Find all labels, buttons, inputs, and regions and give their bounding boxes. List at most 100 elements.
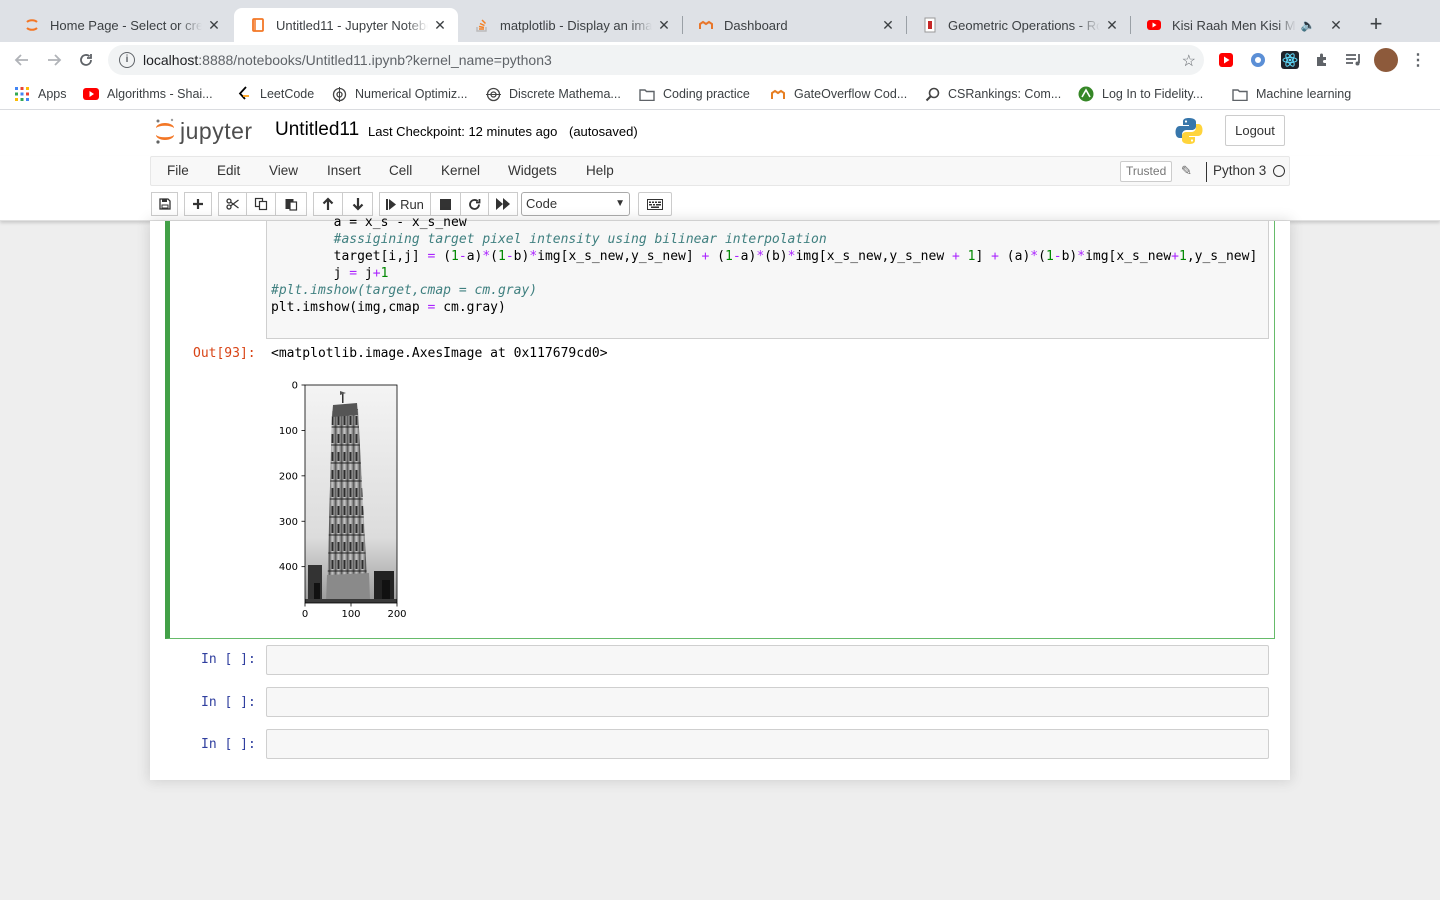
menu-kernel[interactable]: Kernel [441,163,480,178]
kernel-name[interactable]: Python 3 [1213,163,1266,178]
menu-help[interactable]: Help [586,163,614,178]
menu-file[interactable]: File [167,163,189,178]
folder-icon [639,86,655,102]
move-up-button[interactable] [313,192,343,216]
globe-icon [485,86,501,102]
notebook-name[interactable]: Untitled11 [275,119,359,141]
reload-icon [80,54,92,66]
new-tab-button[interactable]: + [1364,12,1388,36]
url-text: localhost:8888/notebooks/Untitled11.ipyn… [143,52,552,68]
bookmark-label: Log In to Fidelity... [1102,87,1204,101]
insert-cell-button[interactable] [184,192,212,216]
scissors-icon [225,198,239,210]
tab-untitled11[interactable]: Untitled11 - Jupyter Notebook ✕ [234,8,458,42]
dashboard-favicon-icon [698,17,714,33]
menu-view[interactable]: View [269,163,298,178]
restart-run-all-button[interactable] [488,192,518,216]
audio-icon[interactable]: 🔈 [1300,17,1316,33]
close-icon[interactable]: ✕ [1328,17,1344,33]
run-button[interactable]: Run [379,192,431,216]
code-line: #plt.imshow(target,cmap = cm.gray) [271,283,538,298]
empty-code-cell[interactable] [266,729,1269,759]
empty-code-cell[interactable] [266,645,1269,675]
tab-matplotlib[interactable]: matplotlib - Display an image ✕ [458,8,682,42]
tab-title: Home Page - Select or create a notebook [50,17,202,33]
bookmark-machine-learning[interactable]: Machine learning [1232,84,1351,104]
back-button[interactable] [10,48,34,72]
arrow-right-icon [48,54,62,66]
bookmark-numerical-optimization[interactable]: Numerical Optimiz... [331,84,468,104]
jupyter-favicon-icon [24,17,40,33]
empty-code-cell[interactable] [266,687,1269,717]
input-prompt: In [ ]: [201,695,256,710]
copy-icon [254,197,268,211]
cut-button[interactable] [218,192,247,216]
menu-edit[interactable]: Edit [217,163,240,178]
edge-extension-icon[interactable] [1248,50,1268,70]
logout-button[interactable]: Logout [1225,115,1285,146]
bookmarks-bar: Apps Algorithms - Shai... LeetCode Numer… [0,78,1440,110]
trusted-indicator[interactable]: Trusted [1120,161,1173,182]
tab-title: Geometric Operations - Rotation [948,17,1100,33]
bookmark-label: Numerical Optimiz... [355,87,468,101]
kernel-idle-icon [1273,165,1285,177]
move-down-button[interactable] [342,192,373,216]
forward-button[interactable] [42,48,66,72]
restart-button[interactable] [460,192,489,216]
info-icon[interactable]: i [119,52,135,68]
browser-toolbar: i localhost:8888/notebooks/Untitled11.ip… [0,42,1440,78]
paste-button[interactable] [275,192,307,216]
tab-home-page[interactable]: Home Page - Select or create a notebook … [8,8,232,42]
floppy-icon [158,198,171,210]
bookmark-star-icon[interactable]: ☆ [1182,51,1196,71]
menu-insert[interactable]: Insert [327,163,361,178]
menu-widgets[interactable]: Widgets [508,163,557,178]
bookmark-gateoverflow[interactable]: GateOverflow Cod... [770,84,907,104]
output-prompt: Out[93]: [193,346,256,361]
bookmark-csrankings[interactable]: CSRankings: Com... [924,84,1061,104]
tab-geometric-operations[interactable]: Geometric Operations - Rotation ✕ [906,8,1130,42]
profile-avatar[interactable] [1374,48,1398,72]
close-icon[interactable]: ✕ [432,17,448,33]
x-tick-label: 200 [387,609,406,620]
save-button[interactable] [151,192,178,216]
tab-title: Untitled11 - Jupyter Notebook [276,17,428,33]
bookmark-discrete-math[interactable]: Discrete Mathema... [485,84,621,104]
reload-button[interactable] [74,48,98,72]
bookmark-apps[interactable]: Apps [14,84,67,104]
jupyter-logo[interactable]: jupyter [154,116,253,146]
close-icon[interactable]: ✕ [880,17,896,33]
react-devtools-icon[interactable] [1280,50,1300,70]
youtube-icon [83,86,99,102]
y-tick-label: 300 [279,517,298,528]
magnifier-icon [924,86,940,102]
tab-separator [1130,16,1131,34]
address-bar[interactable]: i localhost:8888/notebooks/Untitled11.ip… [108,45,1204,75]
menu-cell[interactable]: Cell [389,163,412,178]
close-icon[interactable]: ✕ [206,17,222,33]
notebook-menubar: File Edit View Insert Cell Kernel Widget… [0,156,1440,221]
bookmark-algorithms[interactable]: Algorithms - Shai... [83,84,213,104]
chrome-menu-icon[interactable]: ⋮ [1408,50,1428,70]
pencil-icon[interactable]: ✎ [1181,163,1192,179]
tab-dashboard[interactable]: Dashboard ✕ [682,8,906,42]
cell-type-value: Code [526,196,558,211]
code-line: j = j+1 [271,266,389,281]
bookmark-leetcode[interactable]: LeetCode [236,84,314,104]
gateoverflow-icon [770,86,786,102]
media-controls-icon[interactable] [1344,50,1364,70]
puzzle-extensions-icon[interactable] [1312,50,1332,70]
copy-button[interactable] [246,192,276,216]
y-axis-ticks: 0 100 200 300 400 [279,381,305,573]
interrupt-button[interactable] [430,192,461,216]
bookmark-fidelity[interactable]: Log In to Fidelity... [1078,84,1203,104]
command-palette-button[interactable] [638,192,672,216]
bookmark-label: CSRankings: Com... [948,87,1062,101]
close-icon[interactable]: ✕ [656,17,672,33]
tab-youtube[interactable]: Kisi Raah Men Kisi Mod 🔈 ✕ [1130,8,1354,42]
cell-type-select[interactable]: Code ▼ [521,192,630,216]
youtube-extension-icon[interactable] [1216,50,1236,70]
bookmark-coding-practice[interactable]: Coding practice [639,84,750,104]
bookmark-label: Discrete Mathema... [509,87,621,101]
close-icon[interactable]: ✕ [1104,17,1120,33]
